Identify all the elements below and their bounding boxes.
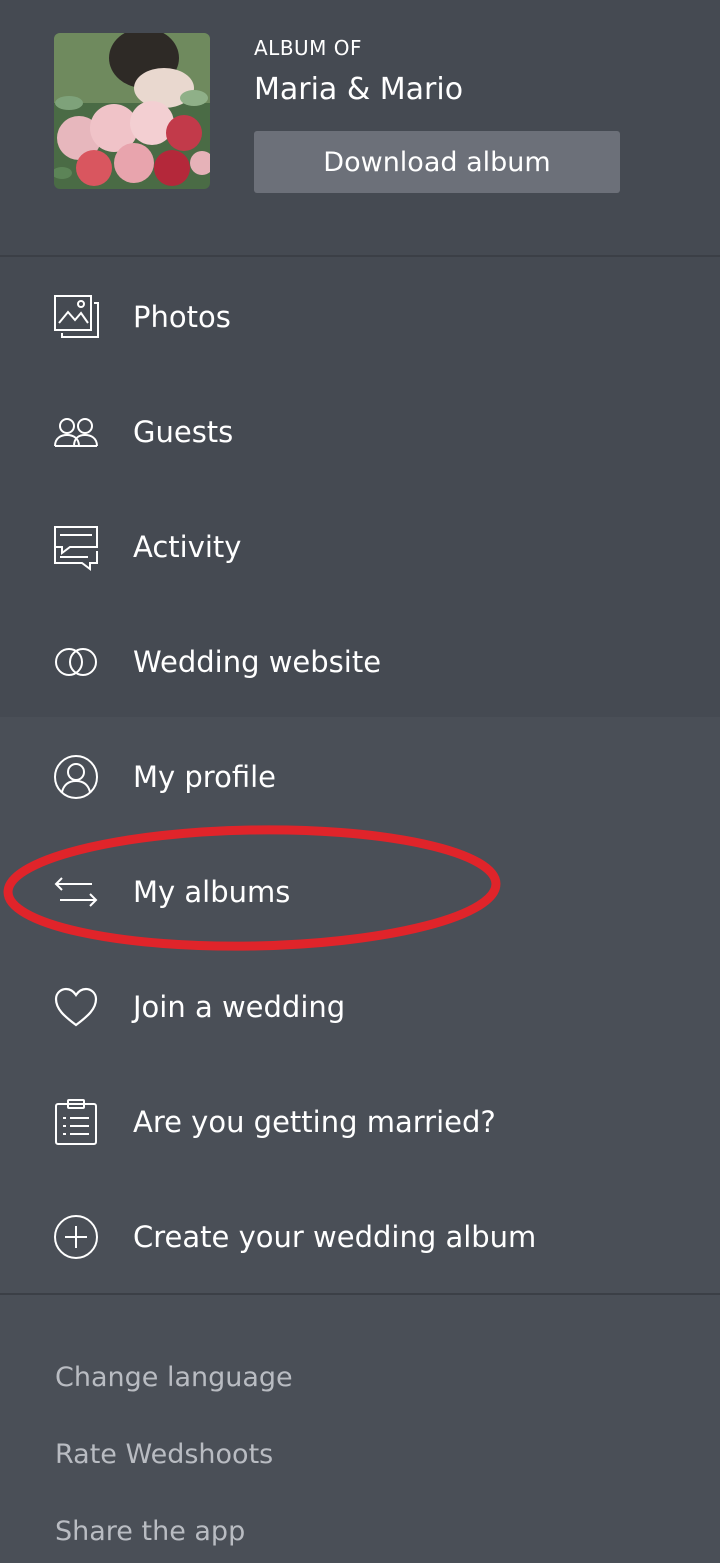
menu-item-label: My profile — [133, 759, 277, 794]
menu-item-label: Wedding website — [133, 644, 382, 679]
menu-item-label: My albums — [133, 874, 291, 909]
activity-icon — [52, 523, 100, 571]
menu-item-label: Guests — [133, 414, 234, 449]
change-language-link[interactable]: Change language — [55, 1362, 293, 1393]
menu-item-my-albums[interactable]: My albums — [0, 834, 720, 949]
album-of-label: ALBUM OF — [254, 36, 363, 60]
divider — [0, 1293, 720, 1295]
download-album-button[interactable]: Download album — [254, 131, 620, 193]
menu-item-join-wedding[interactable]: Join a wedding — [0, 949, 720, 1064]
profile-icon — [52, 753, 100, 801]
menu-item-wedding-website[interactable]: Wedding website — [0, 604, 720, 719]
album-cover-image[interactable] — [54, 33, 210, 189]
album-header: ALBUM OF Maria & Mario Download album — [0, 0, 720, 255]
menu-item-label: Activity — [133, 529, 242, 564]
guests-icon — [52, 408, 100, 456]
plus-circle-icon — [52, 1213, 100, 1261]
heart-icon — [52, 983, 100, 1031]
menu-item-getting-married[interactable]: Are you getting married? — [0, 1064, 720, 1179]
menu-item-photos[interactable]: Photos — [0, 259, 720, 374]
album-name: Maria & Mario — [254, 72, 464, 107]
menu-item-label: Join a wedding — [133, 989, 346, 1024]
rings-icon — [52, 638, 100, 686]
menu-item-label: Photos — [133, 299, 231, 334]
clipboard-icon — [52, 1098, 100, 1146]
menu-item-label: Are you getting married? — [133, 1104, 496, 1139]
menu-item-label: Create your wedding album — [133, 1219, 537, 1254]
menu-item-guests[interactable]: Guests — [0, 374, 720, 489]
share-app-link[interactable]: Share the app — [55, 1516, 245, 1547]
rate-app-link[interactable]: Rate Wedshoots — [55, 1439, 273, 1470]
photos-icon — [52, 293, 100, 341]
swap-arrows-icon — [52, 868, 100, 916]
menu-item-activity[interactable]: Activity — [0, 489, 720, 604]
menu-item-create-album[interactable]: Create your wedding album — [0, 1179, 720, 1294]
secondary-menu: My profile My albums Join a wedding Are … — [0, 717, 720, 1293]
menu-item-my-profile[interactable]: My profile — [0, 719, 720, 834]
primary-menu: Photos Guests Activity Wedding website — [0, 257, 720, 717]
